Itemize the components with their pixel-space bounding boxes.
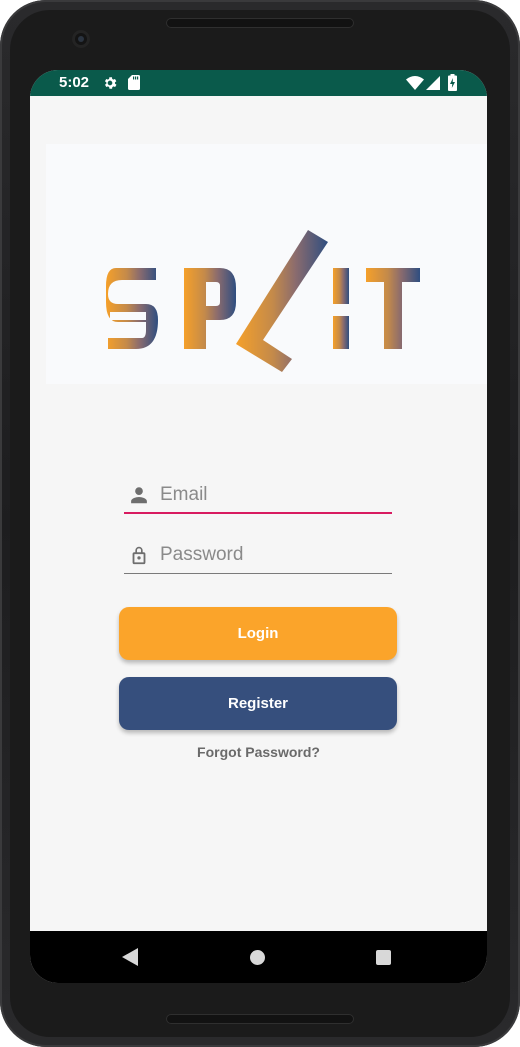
navigation-bar — [30, 931, 487, 983]
recents-icon[interactable] — [376, 950, 391, 965]
password-field[interactable] — [124, 534, 392, 574]
sd-card-icon — [128, 75, 140, 90]
email-input[interactable] — [158, 480, 388, 510]
front-camera-icon — [72, 30, 90, 48]
password-underline — [124, 573, 392, 574]
bottom-speaker — [166, 1014, 354, 1024]
home-icon[interactable] — [250, 950, 265, 965]
login-button[interactable]: Login — [119, 607, 397, 660]
back-icon[interactable] — [122, 948, 138, 966]
status-time: 5:02 — [59, 74, 90, 91]
gear-icon — [104, 77, 117, 89]
login-content: Login Register Forgot Password? — [30, 96, 487, 931]
password-input[interactable] — [158, 540, 388, 570]
split-logo — [46, 144, 487, 384]
register-button[interactable]: Register — [119, 677, 397, 730]
forgot-password-link[interactable]: Forgot Password? — [30, 744, 487, 760]
phone-frame: 5:02 Email Login Register Forgot Passwor… — [0, 0, 520, 1047]
cell-signal-icon — [426, 76, 440, 90]
split-logo-graphic — [106, 230, 420, 372]
earpiece-speaker — [166, 18, 354, 28]
app-screen: 5:02 Email Login Register Forgot Passwor… — [30, 70, 487, 983]
wifi-icon — [406, 76, 424, 90]
logo-letters — [106, 230, 420, 372]
email-underline — [124, 512, 392, 514]
email-field[interactable] — [124, 474, 392, 514]
lock-icon — [132, 546, 146, 565]
status-bar: 5:02 — [30, 70, 487, 96]
person-icon — [131, 487, 147, 504]
battery-icon — [448, 74, 457, 91]
